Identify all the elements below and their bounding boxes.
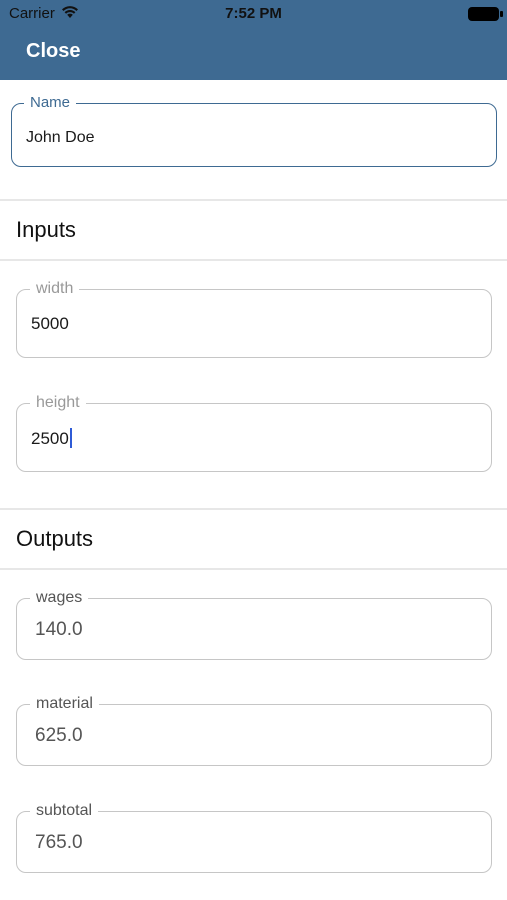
section-divider [0, 508, 507, 510]
material-field-label: material [30, 695, 99, 713]
height-field-value[interactable]: 2500 [31, 428, 72, 449]
section-divider [0, 259, 507, 261]
app-header: Carrier 7:52 PM Close [0, 0, 507, 80]
name-field-value[interactable]: John Doe [26, 129, 95, 147]
material-field-value: 625.0 [35, 725, 83, 746]
outputs-section-title: Outputs [16, 526, 94, 551]
subtotal-field: subtotal 765.0 [16, 802, 492, 873]
height-field-text: 2500 [31, 429, 69, 448]
inputs-section-title: Inputs [16, 217, 76, 242]
subtotal-field-value: 765.0 [35, 832, 83, 853]
section-divider [0, 199, 507, 201]
status-time: 7:52 PM [225, 5, 282, 22]
wages-field-label: wages [30, 589, 89, 607]
wages-field-value: 140.0 [35, 619, 83, 640]
battery-icon [468, 7, 499, 21]
name-field-label: Name [24, 94, 77, 112]
width-field-value[interactable]: 5000 [31, 314, 69, 334]
subtotal-field-label: subtotal [30, 802, 99, 820]
name-field[interactable]: Name John Doe [11, 94, 497, 167]
close-button[interactable]: Close [26, 40, 80, 63]
section-divider [0, 568, 507, 570]
width-field[interactable]: width 5000 [16, 280, 492, 358]
battery-cap-icon [500, 11, 503, 17]
wages-field: wages 140.0 [16, 589, 492, 660]
status-bar: Carrier 7:52 PM [0, 0, 507, 28]
height-field-label: height [30, 394, 86, 412]
width-field-label: width [30, 280, 80, 298]
text-cursor [69, 428, 72, 448]
material-field: material 625.0 [16, 695, 492, 766]
height-field[interactable]: height 2500 [16, 394, 492, 472]
